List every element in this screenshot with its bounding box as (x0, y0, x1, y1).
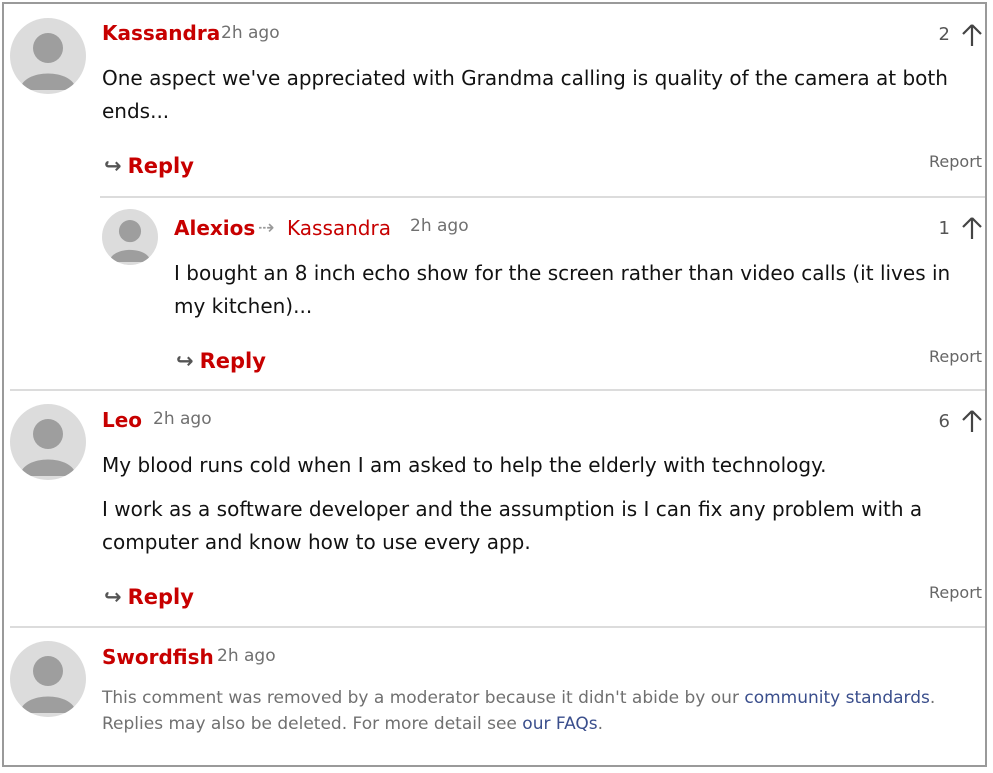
reply-label: Reply (127, 154, 194, 178)
comment-author[interactable]: Swordfish (102, 645, 214, 669)
user-avatar-icon[interactable] (10, 404, 86, 480)
comment-body: One aspect we've appreciated with Grandm… (102, 66, 948, 123)
comment-paragraph: I work as a software developer and the a… (102, 497, 923, 554)
arrow-up-icon[interactable] (960, 216, 984, 240)
comments-panel: Kassandra 2h ago 2 One aspect we've appr… (2, 2, 987, 767)
reply-button[interactable]: ↪ Reply (104, 154, 194, 178)
user-avatar-icon[interactable] (10, 641, 86, 717)
removed-text: This comment was removed by a moderator … (102, 688, 745, 708)
comment-author[interactable]: Alexios (174, 216, 255, 240)
community-standards-link[interactable]: community standards (744, 688, 930, 708)
user-avatar-icon[interactable] (102, 209, 158, 265)
arrow-up-icon[interactable] (960, 23, 984, 47)
user-avatar-icon[interactable] (10, 18, 86, 94)
divider (100, 196, 985, 198)
comment-author[interactable]: Leo (102, 408, 142, 432)
comment-timestamp[interactable]: 2h ago (217, 646, 276, 666)
upvote-count: 6 (938, 411, 950, 432)
divider (10, 389, 985, 391)
removed-text: . (597, 714, 604, 734)
comment-body: I bought an 8 inch echo show for the scr… (174, 261, 951, 318)
arrow-right-icon: ↪ (104, 154, 122, 178)
comment-author[interactable]: Kassandra (102, 21, 220, 45)
reply-label: Reply (199, 349, 266, 373)
arrow-right-icon: ↪ (176, 349, 194, 373)
comment-timestamp[interactable]: 2h ago (153, 409, 212, 429)
upvote-count: 1 (938, 218, 950, 239)
upvote-count: 2 (938, 24, 950, 45)
reply-label: Reply (127, 585, 194, 609)
comment-timestamp[interactable]: 2h ago (221, 23, 280, 43)
comment-body: My blood runs cold when I am asked to he… (102, 449, 962, 559)
comment-timestamp[interactable]: 2h ago (410, 216, 469, 236)
arrow-up-icon[interactable] (960, 409, 984, 433)
arrow-right-icon: ↪ (104, 585, 122, 609)
reply-to-arrow-icon: ⇢ (258, 215, 275, 239)
reply-button[interactable]: ↪ Reply (104, 585, 194, 609)
report-link[interactable]: Report (929, 347, 982, 366)
report-link[interactable]: Report (929, 152, 982, 171)
reply-to-author[interactable]: Kassandra (287, 216, 391, 240)
removed-comment-notice: This comment was removed by a moderator … (102, 685, 985, 737)
comment-paragraph: My blood runs cold when I am asked to he… (102, 453, 827, 477)
faqs-link[interactable]: our FAQs (522, 714, 597, 734)
reply-button[interactable]: ↪ Reply (176, 349, 266, 373)
divider (10, 626, 985, 628)
report-link[interactable]: Report (929, 583, 982, 602)
